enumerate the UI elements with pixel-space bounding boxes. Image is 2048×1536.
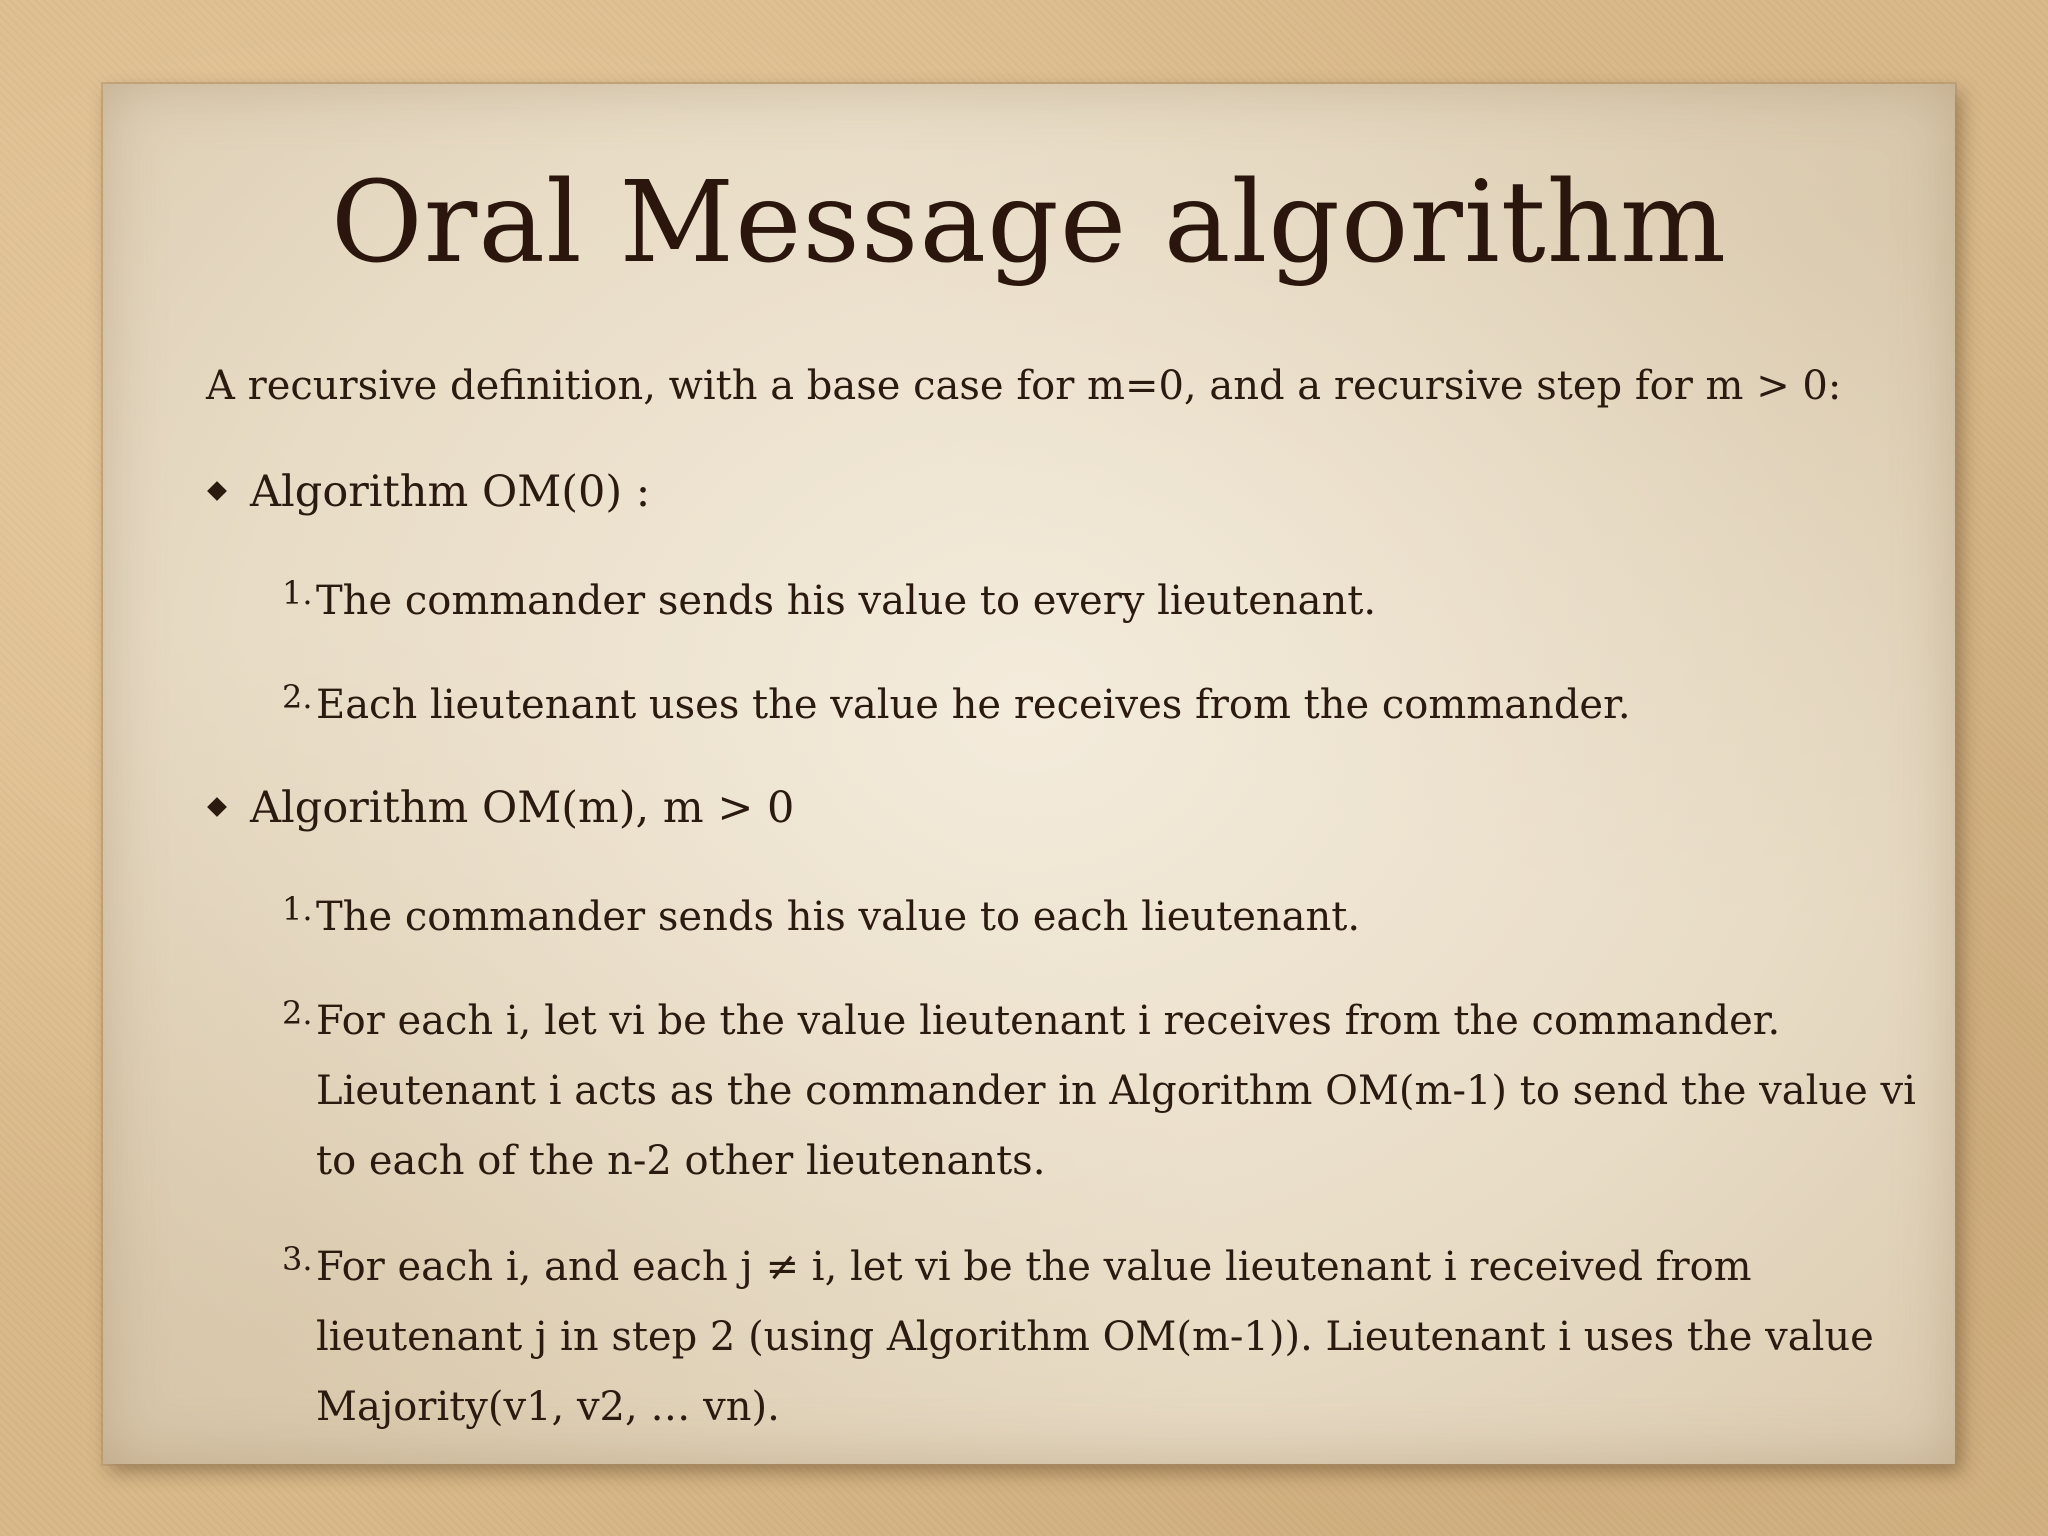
intro-text: A recursive definition, with a base case… xyxy=(206,363,1842,409)
step-number: 2. xyxy=(282,994,313,1032)
step-number: 1. xyxy=(282,574,313,612)
om0-step-1: 1. The commander sends his value to ever… xyxy=(282,566,1922,636)
omm-step-1: 1. The commander sends his value to each… xyxy=(282,882,1922,952)
bullet-icon xyxy=(207,797,227,817)
omm-step-2: 2. For each i, let vi be the value lieut… xyxy=(282,986,1922,1196)
om0-step-2: 2. Each lieutenant uses the value he rec… xyxy=(282,670,1922,740)
step-text: Each lieutenant uses the value he receiv… xyxy=(316,682,1631,728)
step-number: 1. xyxy=(282,890,313,928)
section-heading-text: Algorithm OM(m), m > 0 xyxy=(250,783,795,833)
step-number: 2. xyxy=(282,678,313,716)
step-text: For each i, and each j ≠ i, let vi be th… xyxy=(316,1244,1874,1430)
step-number: 3. xyxy=(282,1240,313,1278)
bullet-icon xyxy=(207,481,227,501)
section-om0-heading: Algorithm OM(0) : xyxy=(207,462,651,522)
slide-title: Oral Message algorithm xyxy=(330,158,1728,288)
section-heading-text: Algorithm OM(0) : xyxy=(250,467,651,517)
step-text: The commander sends his value to every l… xyxy=(316,578,1377,624)
step-text: The commander sends his value to each li… xyxy=(316,894,1361,940)
section-omm-heading: Algorithm OM(m), m > 0 xyxy=(207,778,795,838)
step-text: For each i, let vi be the value lieutena… xyxy=(316,998,1916,1184)
omm-step-3: 3. For each i, and each j ≠ i, let vi be… xyxy=(282,1232,1922,1442)
